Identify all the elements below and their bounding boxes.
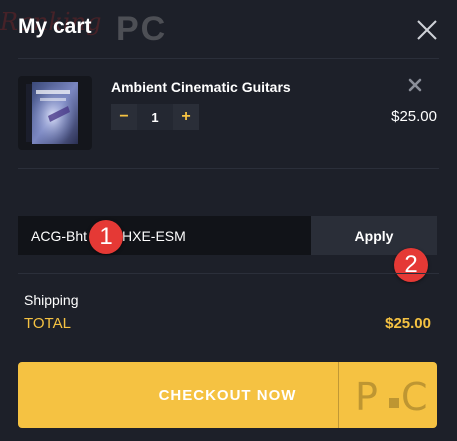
quantity-value[interactable]: 1 (137, 104, 173, 130)
close-icon[interactable] (414, 17, 440, 43)
item-divider (18, 168, 439, 169)
item-price: $25.00 (391, 108, 437, 125)
product-thumbnail[interactable] (18, 76, 92, 150)
increment-button[interactable]: + (173, 104, 199, 130)
annotation-marker-1: 1 (89, 220, 123, 254)
coupon-input[interactable] (18, 216, 311, 255)
total-value: $25.00 (385, 315, 431, 332)
quantity-stepper: − 1 + (111, 104, 199, 130)
annotation-marker-2: 2 (394, 248, 428, 282)
cart-header: Ranking PC My cart (0, 0, 457, 58)
decrement-button[interactable]: − (111, 104, 137, 130)
cart-title: My cart (18, 15, 92, 38)
svg-text:P: P (355, 375, 378, 419)
coupon-divider (18, 273, 439, 274)
remove-item-icon[interactable] (406, 76, 424, 94)
header-divider (18, 58, 439, 59)
shipping-label: Shipping (24, 292, 79, 308)
watermark-logo: PC (116, 10, 168, 48)
item-name[interactable]: Ambient Cinematic Guitars (111, 79, 291, 95)
svg-text:C: C (401, 375, 428, 419)
watermark-pc-logo: P C (338, 362, 438, 428)
total-label: TOTAL (24, 315, 71, 332)
